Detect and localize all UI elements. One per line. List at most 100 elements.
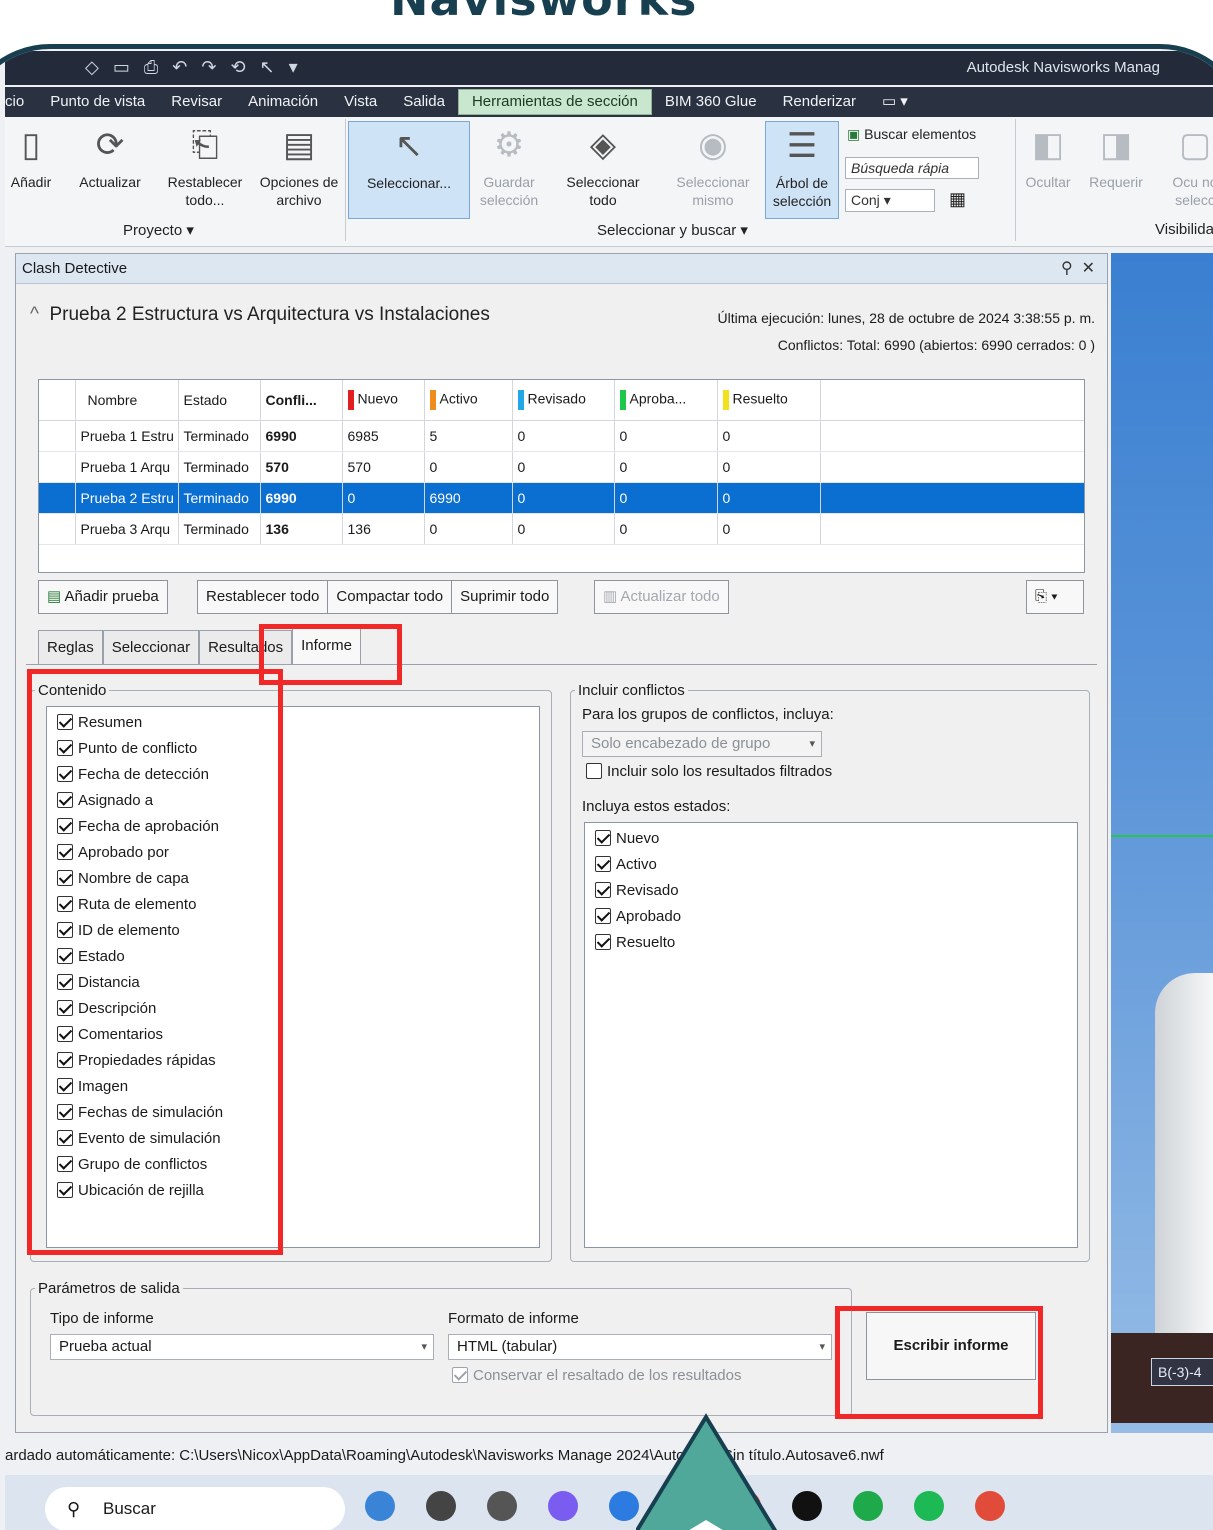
- list-item[interactable]: Revisado: [585, 877, 1077, 903]
- sets-dropdown[interactable]: Conj ▾: [845, 189, 935, 212]
- qa-print-icon[interactable]: ⎙: [144, 57, 158, 78]
- export-menu-button[interactable]: ⎘ ▾: [1026, 580, 1084, 614]
- col-activo[interactable]: Activo: [424, 380, 513, 421]
- table-row[interactable]: Prueba 1 Arqu Terminado 570 570 0 0 0 0: [39, 451, 1084, 483]
- tab-salida[interactable]: Salida: [390, 87, 458, 117]
- require-button[interactable]: ◨ Requerir: [1083, 121, 1149, 191]
- quick-find-input[interactable]: Búsqueda rápia: [845, 157, 979, 179]
- checkbox[interactable]: [595, 934, 611, 950]
- tab-vista[interactable]: Vista: [331, 87, 390, 117]
- find-items-button[interactable]: ▣ Buscar elementos: [847, 126, 976, 143]
- update-all-button[interactable]: ▥ Actualizar todo: [594, 580, 729, 614]
- 3d-viewport[interactable]: B(-3)-4: [1111, 253, 1213, 1433]
- highlight-content-list: [27, 669, 283, 1255]
- table-row[interactable]: Prueba 3 Arqu Terminado 136 136 0 0 0 0: [39, 513, 1084, 545]
- col-revisado[interactable]: Revisado: [512, 380, 615, 421]
- tab-seleccionar[interactable]: Seleccionar: [102, 630, 200, 664]
- group-label-seleccionar[interactable]: Seleccionar y buscar ▾: [597, 221, 748, 239]
- report-type-select[interactable]: Prueba actual ▾: [50, 1334, 434, 1360]
- tab-herramientas-de-seccion[interactable]: Herramientas de sección: [457, 89, 652, 115]
- spotify-icon[interactable]: [914, 1491, 944, 1521]
- qa-more-icon[interactable]: ▾: [289, 57, 298, 78]
- list-item[interactable]: Activo: [585, 851, 1077, 877]
- col-conflictos[interactable]: Confli...: [260, 380, 343, 421]
- app-title: Autodesk Navisworks Manag: [966, 59, 1160, 76]
- list-item[interactable]: Nuevo: [585, 825, 1077, 851]
- copilot-icon[interactable]: [548, 1491, 578, 1521]
- checkbox[interactable]: [595, 882, 611, 898]
- file-options-icon: ▤: [282, 126, 316, 164]
- reset-all-button[interactable]: ⎗ Restablecer todo...: [159, 121, 251, 209]
- sets-manage-icon[interactable]: ▦: [949, 189, 966, 210]
- add-test-toolbar: ▤ Añadir prueba: [38, 580, 168, 614]
- list-item[interactable]: Aprobado: [585, 903, 1077, 929]
- tab-renderizar[interactable]: Renderizar: [770, 87, 869, 117]
- hide-unselected-button[interactable]: ▢ Ocu no selecc: [1155, 121, 1213, 209]
- qa-refresh-icon[interactable]: ⟲: [230, 57, 245, 78]
- tab-inicio[interactable]: cio: [5, 87, 37, 117]
- edge-icon[interactable]: [609, 1491, 639, 1521]
- tab-punto-de-vista[interactable]: Punto de vista: [37, 87, 158, 117]
- qa-select-icon[interactable]: ↖: [260, 57, 275, 78]
- tab-reglas[interactable]: Reglas: [38, 630, 103, 664]
- list-item[interactable]: Resuelto: [585, 929, 1077, 955]
- qa-undo-icon[interactable]: ↶: [172, 57, 187, 78]
- pin-icon[interactable]: ⚲: [1061, 260, 1073, 277]
- qa-redo-icon[interactable]: ↷: [201, 57, 216, 78]
- table-row-selected[interactable]: Prueba 2 Estru Terminado 6990 0 6990 0 0…: [39, 482, 1084, 514]
- table-row[interactable]: Prueba 1 Estru Terminado 6990 6985 5 0 0…: [39, 420, 1084, 452]
- taskbar-search[interactable]: ⚲ Buscar: [45, 1487, 345, 1530]
- filtered-only-checkbox[interactable]: Incluir solo los resultados filtrados: [576, 758, 832, 784]
- hide-button[interactable]: ◧ Ocultar: [1019, 121, 1077, 191]
- desktops-icon[interactable]: [487, 1491, 517, 1521]
- checkbox[interactable]: [595, 830, 611, 846]
- chrome-profile-icon[interactable]: [975, 1491, 1005, 1521]
- reset-all-tests-button[interactable]: Restablecer todo: [197, 580, 329, 614]
- panel-controls: ⚲ ✕: [1061, 254, 1095, 284]
- quick-access-toolbar: ◇ ▭ ⎙ ↶ ↷ ⟲ ↖ ▾: [85, 57, 298, 78]
- group-include-select[interactable]: Solo encabezado de grupo ▾: [582, 731, 822, 757]
- add-button[interactable]: ▯ Añadir: [5, 121, 57, 191]
- collapse-chevron-icon[interactable]: ^: [30, 304, 39, 325]
- select-button[interactable]: ↖ Seleccionar...: [348, 121, 470, 219]
- include-legend: Incluir conflictos: [578, 682, 685, 699]
- col-aprobado[interactable]: Aproba...: [614, 380, 718, 421]
- delete-all-button[interactable]: Suprimir todo: [452, 580, 559, 614]
- status-color-resuelto: [722, 389, 729, 410]
- col-resuelto[interactable]: Resuelto: [717, 380, 821, 421]
- task-view-icon[interactable]: [426, 1491, 456, 1521]
- refresh-button[interactable]: ⟳ Actualizar: [69, 121, 151, 191]
- select-same-button[interactable]: ◉ Seleccionar mismo: [669, 121, 757, 209]
- save-selection-button[interactable]: ⚙ Guardar selección: [473, 121, 545, 209]
- qa-open-icon[interactable]: ◇: [85, 57, 99, 78]
- qa-save-icon[interactable]: ▭: [113, 57, 130, 78]
- tab-extra[interactable]: ▭ ▾: [869, 87, 921, 117]
- select-all-button[interactable]: ◈ Seleccionar todo: [557, 121, 649, 209]
- checkbox[interactable]: [586, 763, 602, 779]
- tab-animacion[interactable]: Animación: [235, 87, 331, 117]
- preserve-highlight-checkbox[interactable]: Conservar el resaltado de los resultados: [442, 1362, 741, 1388]
- checkbox[interactable]: [452, 1367, 468, 1383]
- whatsapp-icon[interactable]: [853, 1491, 883, 1521]
- selection-tree-button[interactable]: ☰ Árbol de selección: [765, 121, 839, 219]
- checkbox[interactable]: [595, 908, 611, 924]
- grid-line: [1111, 835, 1213, 837]
- report-format-select[interactable]: HTML (tabular) ▾: [448, 1334, 832, 1360]
- tab-bim-360-glue[interactable]: BIM 360 Glue: [652, 87, 770, 117]
- file-options-button[interactable]: ▤ Opciones de archivo: [257, 121, 341, 209]
- widgets-icon[interactable]: [365, 1491, 395, 1521]
- compact-all-button[interactable]: Compactar todo: [328, 580, 453, 614]
- col-estado[interactable]: Estado: [178, 380, 261, 421]
- chevron-down-icon: ▾: [421, 1341, 427, 1353]
- col-nuevo[interactable]: Nuevo: [342, 380, 425, 421]
- tab-revisar[interactable]: Revisar: [158, 87, 235, 117]
- cell-revisado: 0: [512, 451, 615, 483]
- close-icon[interactable]: ✕: [1082, 260, 1095, 277]
- status-color-aprobado: [619, 389, 626, 410]
- checkbox[interactable]: [595, 856, 611, 872]
- group-label-proyecto[interactable]: Proyecto ▾: [123, 221, 194, 239]
- add-test-button[interactable]: ▤ Añadir prueba: [38, 580, 168, 614]
- taskbar: ⚲ Buscar: [5, 1475, 1213, 1530]
- tiktok-icon[interactable]: [792, 1491, 822, 1521]
- col-nombre[interactable]: Nombre: [75, 380, 179, 421]
